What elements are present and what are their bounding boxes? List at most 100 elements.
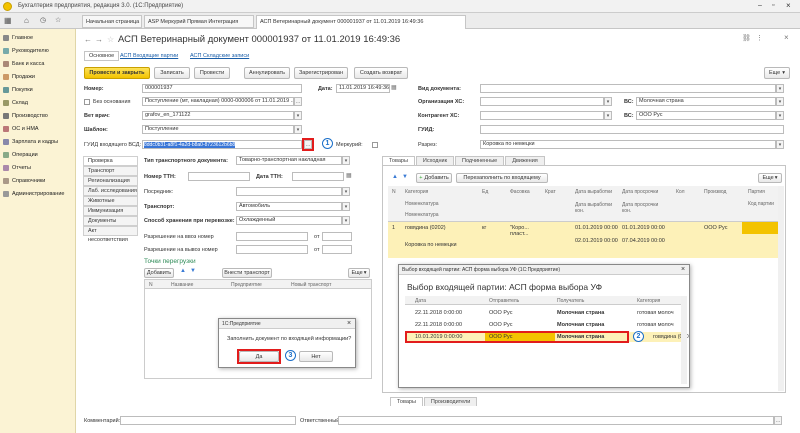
create-return-button[interactable]: Создать возврат [354,67,408,79]
perm-out-date-field[interactable] [322,245,352,254]
sidebar-item-warehouse[interactable]: Склад [3,97,75,109]
storage-field[interactable]: Охлажденный [236,216,342,225]
tab-home[interactable]: Начальная страница [82,15,142,28]
doc-close-icon[interactable]: × [784,33,789,42]
guid-in-field[interactable]: 8ddc0b31-a8f1-4a2d-b8a0-8723612b6b8 [142,140,302,149]
org-field[interactable] [480,97,604,106]
vtab-check[interactable]: Проверка [83,156,138,166]
sidebar-item-reports[interactable]: Отчеты [3,162,75,174]
ttn-calendar-icon[interactable]: ▦ [346,172,352,179]
tab-movements[interactable]: Движения [505,156,545,165]
org-dropdown[interactable]: ▾ [604,97,612,106]
vtab-animals[interactable]: Животные [83,196,138,206]
reload-more-button[interactable]: Еще ▾ [348,268,370,278]
party-scrollbar[interactable] [681,296,687,384]
subtab-incoming-parties[interactable]: АСП Входящие партии [120,53,178,59]
transport-doc-type-dropdown[interactable]: ▾ [342,156,350,165]
sidebar-item-production[interactable]: Производство [3,110,75,122]
responsible-field[interactable] [338,416,774,425]
mercury-checkbox[interactable] [372,142,378,148]
posrednik-field[interactable] [236,187,342,196]
more-vert-icon[interactable]: ⋮ [756,34,763,42]
vet-dropdown[interactable]: ▾ [294,111,302,120]
no-button[interactable]: Нет [299,351,333,362]
guid-field[interactable] [480,125,784,134]
confirm-dialog-close-icon[interactable]: × [347,320,351,327]
star-icon[interactable]: ☆ [55,16,61,24]
reload-add-button[interactable]: Добавить [144,268,174,278]
forward-arrow-icon[interactable]: → [95,35,103,44]
sidebar-item-main[interactable]: Главное [3,32,75,44]
tab-vet-doc[interactable]: АСП Ветеринарный документ 000001937 от 1… [256,15,466,29]
goods-scrollbar[interactable] [778,186,784,391]
ttn-date-field[interactable] [292,172,344,181]
home-icon[interactable]: ⌂ [24,16,29,25]
razr-field[interactable]: Коровка по немецки [480,140,776,149]
goods-add-button[interactable]: + Добавить [416,173,452,183]
goods-fill-button[interactable]: Перезаполнить по входящему [456,173,548,183]
goods-more-button[interactable]: Еще ▾ [758,173,782,183]
transport-doc-type-field[interactable]: Товарно-транспортная накладная [236,156,342,165]
move-down-icon[interactable]: ▼ [190,268,196,274]
tab-producers[interactable]: Производители [423,397,478,406]
cancel-doc-button[interactable]: Аннулировать [244,67,290,79]
subtab-main[interactable]: Основное [84,51,120,61]
tab-asp[interactable]: ASP Меркурий Прямая Интеграция [144,15,254,28]
storage-dropdown[interactable]: ▾ [342,216,350,225]
org-vs-dropdown[interactable]: ▾ [776,97,784,106]
party-dialog-close-icon[interactable]: × [681,266,685,273]
post-button[interactable]: Провести [194,67,230,79]
razr-dropdown[interactable]: ▾ [776,140,784,149]
minimize-icon[interactable]: – [758,2,762,9]
calendar-icon[interactable]: ▦ [391,84,397,91]
vtab-regionalization[interactable]: Регионализация [83,176,138,186]
template-field[interactable]: Поступление [142,125,294,134]
responsible-dropdown[interactable]: … [774,416,782,425]
save-button[interactable]: Записать [154,67,190,79]
sidebar-item-purchases[interactable]: Покупки [3,84,75,96]
sidebar-item-sales[interactable]: Продажи [3,71,75,83]
date-field[interactable]: 11.01.2019 16:49:36 [336,84,390,93]
ttn-field[interactable] [188,172,250,181]
sidebar-item-admin[interactable]: Администрирование [3,188,75,200]
goods-up-icon[interactable]: ▲ [392,174,398,180]
vtab-act[interactable]: Акт несоответствия [83,226,138,243]
contr-field[interactable] [480,111,604,120]
subtab-warehouse-records[interactable]: АСП Складские записи [190,53,249,59]
history-icon[interactable]: ◷ [40,16,46,24]
perm-in-date-field[interactable] [322,232,352,241]
number-field[interactable]: 000001937 [142,84,302,93]
post-and-close-button[interactable]: Провести и закрыть [84,67,150,79]
template-dropdown[interactable]: ▾ [294,125,302,134]
back-arrow-icon[interactable]: ← [84,35,92,44]
doctype-field[interactable] [480,84,776,93]
vtab-immunization[interactable]: Иммунизация [83,206,138,216]
sidebar-item-salary[interactable]: Зарплата и кадры [3,136,75,148]
contr-dropdown[interactable]: ▾ [604,111,612,120]
perm-in-field[interactable] [236,232,308,241]
transport-field[interactable]: Автомобиль [236,202,342,211]
insert-transport-button[interactable]: Внести транспорт [222,268,272,278]
close-icon[interactable]: × [786,1,791,10]
vtab-documents[interactable]: Документы [83,216,138,226]
doctype-dropdown[interactable]: ▾ [776,84,784,93]
tab-source[interactable]: Исходник [415,156,454,165]
contr-vs-dropdown[interactable]: ▾ [776,111,784,120]
tab-goods[interactable]: Товары [382,156,415,165]
sidebar-item-manager[interactable]: Руководителю [3,45,75,57]
vtab-transport[interactable]: Транспорт [83,166,138,176]
contr-vs-field[interactable]: ООО Рус [636,111,776,120]
tab-goods-bottom[interactable]: Товары [390,397,423,406]
apps-grid-icon[interactable]: ▦ [4,16,12,25]
party-row-2[interactable]: 22.11.2018 0:00:00 ООО Рус Молочная стра… [405,320,681,330]
maximize-icon[interactable]: ▫ [772,2,774,9]
org-vs-field[interactable]: Молочная страна [636,97,776,106]
posrednik-dropdown[interactable]: ▾ [342,187,350,196]
registered-button[interactable]: Зарегистрирован [294,67,348,79]
tab-subordinate[interactable]: Подчиненные [454,156,505,165]
goods-down-icon[interactable]: ▼ [402,174,408,180]
sidebar-item-bank[interactable]: Банк и касса [3,58,75,70]
transport-dropdown[interactable]: ▾ [342,202,350,211]
vet-field[interactable]: grafov_en_171122 [142,111,294,120]
no-base-checkbox[interactable] [84,99,90,105]
